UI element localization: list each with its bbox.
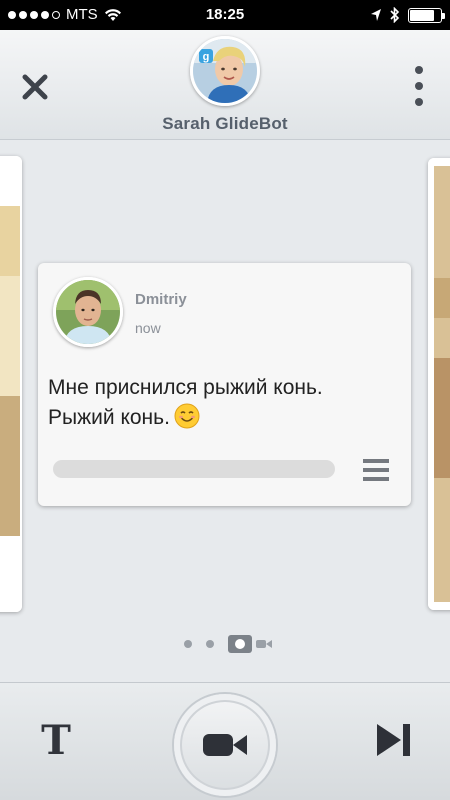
next-message-card[interactable]: [428, 158, 450, 610]
more-vertical-icon: [415, 66, 423, 74]
page-dot[interactable]: [206, 640, 214, 648]
message-text-line-1: Мне приснился рыжий конь.: [48, 376, 323, 399]
skip-to-end-icon[interactable]: [375, 720, 413, 760]
next-card-thumbnail: [428, 158, 450, 610]
app-screen: MTS 18:25 g Sarah GlideBot Dmitriy now М…: [0, 0, 450, 800]
photo-frame-icon[interactable]: [228, 635, 252, 653]
record-video-button[interactable]: [174, 694, 276, 796]
page-dot[interactable]: [184, 640, 192, 648]
bluetooth-icon: [390, 7, 400, 23]
status-bar: MTS 18:25: [0, 0, 450, 30]
message-text-line-2: Рыжий конь.: [48, 403, 398, 433]
more-options-button[interactable]: [408, 64, 430, 108]
message-time: now: [135, 320, 161, 336]
avatar-badge-letter: g: [203, 51, 210, 63]
message-card[interactable]: Dmitriy now Мне приснился рыжий конь. Ры…: [38, 263, 411, 506]
bottom-toolbar: T: [0, 682, 450, 800]
previous-message-card[interactable]: [0, 156, 22, 612]
sender-name: Dmitriy: [135, 291, 187, 308]
message-text-line-2-text: Рыжий конь.: [48, 406, 170, 429]
sender-avatar[interactable]: [53, 277, 123, 347]
conversation-header: g Sarah GlideBot: [0, 30, 450, 140]
location-arrow-icon: [371, 9, 381, 21]
previous-card-thumbnail: [0, 156, 22, 612]
contact-name[interactable]: Sarah GlideBot: [0, 114, 450, 134]
battery-level: [410, 9, 434, 21]
video-camera-small-icon[interactable]: [256, 639, 272, 649]
battery-icon: [408, 7, 445, 23]
sender-avatar-image: [56, 280, 120, 344]
close-icon: [22, 74, 48, 100]
playback-progress-bar[interactable]: [53, 460, 335, 478]
card-menu-button[interactable]: [363, 457, 389, 483]
text-message-button[interactable]: T: [34, 719, 78, 763]
close-button[interactable]: [14, 66, 56, 108]
page-indicator: [184, 635, 272, 653]
video-camera-icon: [203, 734, 247, 756]
contact-avatar[interactable]: g: [190, 36, 260, 106]
message-text: Мне приснился рыжий конь. Рыжий конь.: [48, 373, 398, 433]
status-right: [370, 7, 445, 23]
smiling-face-emoji-icon: [174, 403, 200, 429]
contact-avatar-image: g: [193, 39, 257, 103]
hamburger-menu-icon: [363, 459, 389, 463]
